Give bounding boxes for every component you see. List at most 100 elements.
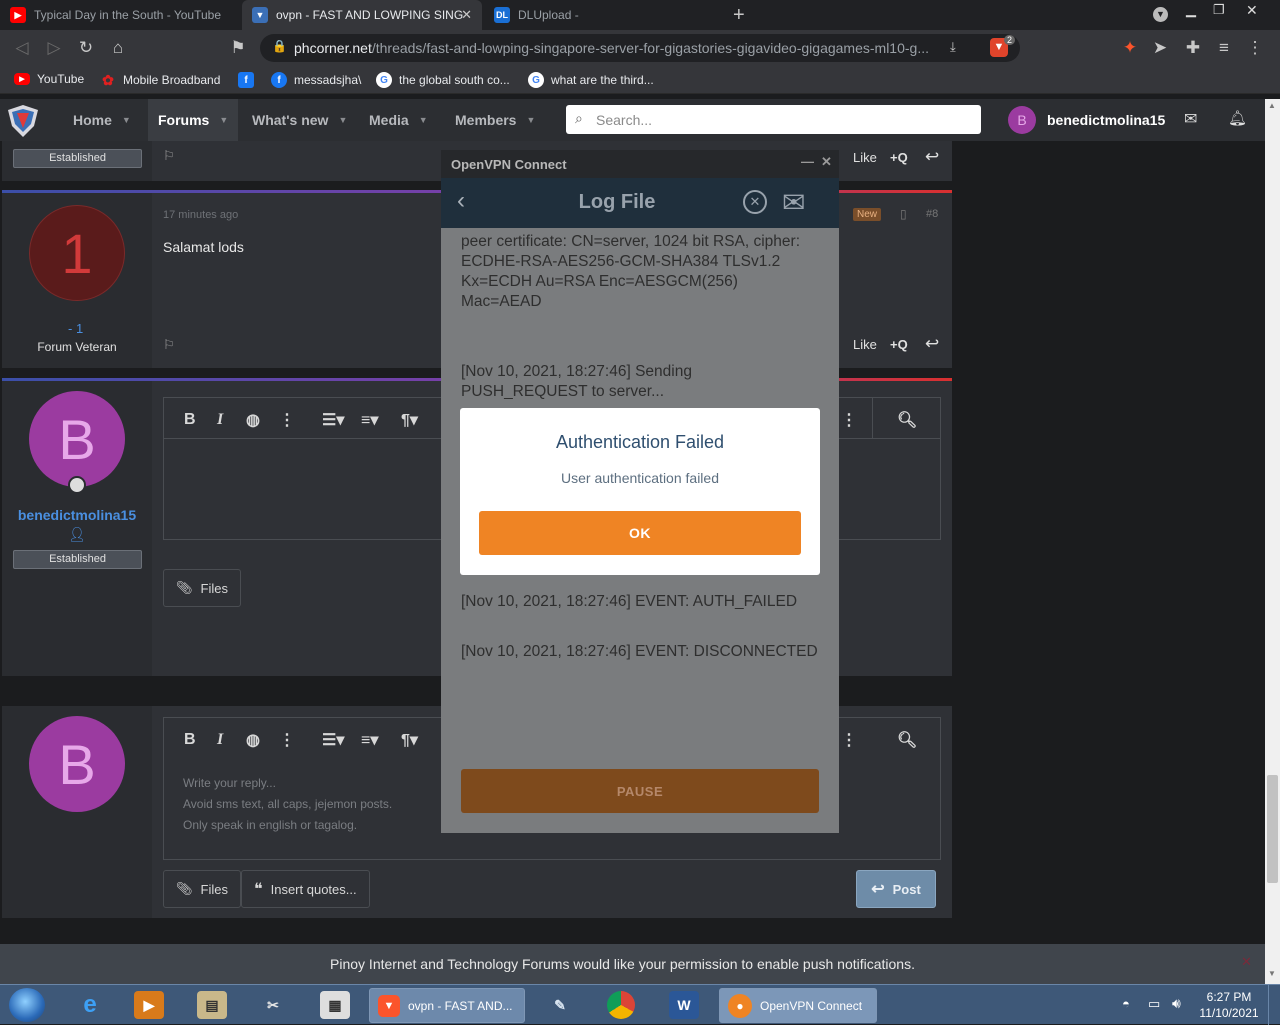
home-icon[interactable]: ⌂ [108,38,128,58]
post-reply-button[interactable]: ↩ Post [856,870,936,908]
snipping-tool-icon[interactable]: ✂ [258,991,288,1019]
file-explorer-icon[interactable]: ▤ [197,991,227,1019]
bell-icon[interactable]: 🔔︎ [1228,109,1247,127]
restore-icon[interactable]: ❐ [1213,2,1225,18]
close-window-icon[interactable]: ✕ [1246,2,1258,19]
align-icon[interactable]: ≡▾ [361,410,378,430]
tray-volume-icon[interactable]: 🔊︎ [1172,995,1181,1012]
notification-text[interactable]: Pinoy Internet and Technology Forums wou… [0,956,1245,972]
brave-rewards-icon[interactable]: ✦ [1120,38,1140,58]
minimize-icon[interactable]: — [801,154,814,169]
word-icon[interactable]: W [669,991,699,1019]
tab-search-icon[interactable]: ▼ [1153,7,1168,22]
chrome-icon[interactable] [607,991,635,1019]
bookmark-icon[interactable]: ⚑ [228,38,248,58]
bookmark-youtube[interactable]: ▶ YouTube [14,72,84,86]
report-flag-icon[interactable]: ⚐ [163,148,175,164]
close-tab-icon[interactable]: ✕ [461,7,472,23]
tab-ovpn[interactable]: ▼ ovpn - FAST AND LOWPING SING ✕ [242,0,482,30]
notepad-icon[interactable]: ✎ [545,991,575,1019]
internet-explorer-icon[interactable]: e [75,991,105,1019]
more-options-icon[interactable]: ⋮ [279,410,295,430]
paragraph-icon[interactable]: ¶▾ [401,410,418,430]
user-avatar[interactable]: B [1008,106,1036,134]
bookmark-mobile-broadband[interactable]: ✿ Mobile Broadband [100,72,220,88]
preview-icon[interactable]: 🔍︎ [897,730,917,750]
back-icon[interactable]: ◁ [12,38,32,58]
tray-clock[interactable]: 6:27 PM 11/10/2021 [1194,989,1264,1021]
bookmark-post-icon[interactable]: ▯ [900,207,907,221]
chevron-down-icon[interactable]: ▼ [338,115,347,125]
scroll-up-icon[interactable]: ▲ [1268,101,1276,110]
palette-icon[interactable]: ◍ [246,410,260,430]
bold-button[interactable]: B [184,731,196,749]
install-icon[interactable]: ⤓ [950,39,956,55]
cursor-extension-icon[interactable]: ➤ [1150,38,1170,58]
tab-dlupload[interactable]: DL DLUpload - [484,0,724,30]
post-timestamp[interactable]: 17 minutes ago [163,209,238,221]
tab-youtube[interactable]: ▶ Typical Day in the South - YouTube [0,0,240,30]
more-options-icon[interactable]: ⋮ [279,730,295,750]
nav-members[interactable]: Members ▼ [455,99,535,141]
tray-network-icon[interactable]: ◓ [1122,996,1130,1011]
italic-button[interactable]: I [217,731,223,749]
close-icon[interactable]: ✕ [1241,954,1252,970]
page-scrollbar[interactable]: ▲ ▼ [1265,99,1280,984]
paragraph-icon[interactable]: ¶▾ [401,730,418,750]
quote-button[interactable]: +Q [890,150,908,165]
ok-button[interactable]: OK [479,511,801,555]
like-button[interactable]: Like [853,150,877,165]
list-icon[interactable]: ☰▾ [322,410,344,430]
calculator-icon[interactable]: ▦ [320,991,350,1019]
bookmark-global-south[interactable]: G the global south co... [376,72,510,88]
chevron-down-icon[interactable]: ▼ [419,115,428,125]
reply-avatar[interactable]: 1 [29,205,125,301]
more-options-icon[interactable]: ⋮ [841,410,857,430]
quote-button[interactable]: +Q [890,337,908,352]
italic-button[interactable]: I [217,411,223,429]
scroll-thumb[interactable] [1267,775,1278,883]
chevron-down-icon[interactable]: ▼ [122,115,131,125]
bookmark-third[interactable]: G what are the third... [528,72,654,88]
forward-icon[interactable]: ▷ [44,38,64,58]
show-desktop-button[interactable] [1268,985,1280,1025]
extensions-icon[interactable]: ✚ [1183,38,1203,58]
minimize-icon[interactable]: ▁ [1186,2,1196,18]
chevron-down-icon[interactable]: ▼ [219,115,228,125]
forum-search-input[interactable]: ⌕ Search... [566,105,981,134]
editor1-avatar[interactable]: B [29,391,125,487]
preview-icon[interactable]: 🔍︎ [897,410,917,430]
nav-whats-new[interactable]: What's new ▼ [252,99,347,141]
pause-button[interactable]: PAUSE [461,769,819,813]
media-player-icon[interactable]: ▶ [134,991,164,1019]
menu-icon[interactable]: ⋮ [1245,38,1265,58]
playlist-icon[interactable]: ≡ [1214,38,1234,58]
editor2-avatar[interactable]: B [29,716,125,812]
editor1-username[interactable]: benedictmolina15 [2,507,152,523]
palette-icon[interactable]: ◍ [246,730,260,750]
inbox-icon[interactable]: ✉ [1184,109,1197,129]
nav-home[interactable]: Home ▼ [73,99,131,141]
more-options-icon[interactable]: ⋮ [841,730,857,750]
post-number[interactable]: #8 [926,208,938,220]
start-button[interactable] [9,988,45,1022]
nav-username[interactable]: benedictmolina15 [1047,112,1165,128]
taskbar-openvpn-task[interactable]: ● OpenVPN Connect [719,988,877,1023]
taskbar-brave-task[interactable]: ▼ ovpn - FAST AND... [369,988,525,1023]
align-icon[interactable]: ≡▾ [361,730,378,750]
chevron-down-icon[interactable]: ▼ [526,115,535,125]
nav-forums[interactable]: Forums ▼ [148,99,239,141]
phcorner-logo[interactable] [6,104,40,138]
like-button[interactable]: Like [853,337,877,352]
nav-media[interactable]: Media ▼ [369,99,428,141]
report-flag-icon[interactable]: ⚐ [163,337,175,353]
url-bar[interactable]: 🔒 phcorner.net/threads/fast-and-lowping-… [260,34,1020,62]
editor1-files-button[interactable]: 📎︎ Files [163,569,241,607]
scroll-down-icon[interactable]: ▼ [1268,969,1276,978]
reply-icon[interactable]: ↩ [925,334,939,354]
close-icon[interactable]: ✕ [821,154,832,170]
list-icon[interactable]: ☰▾ [322,730,344,750]
email-log-icon[interactable]: ✉ [782,186,805,219]
reply-icon[interactable]: ↩ [925,147,939,167]
reload-icon[interactable]: ↻ [76,38,96,58]
